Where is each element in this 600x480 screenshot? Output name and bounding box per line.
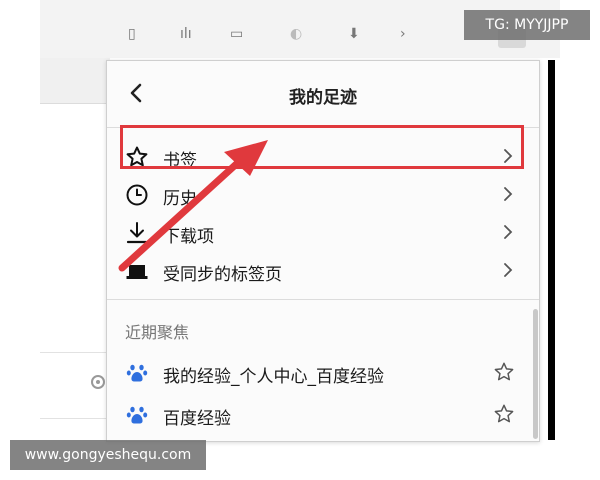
laptop-icon — [126, 265, 148, 279]
chevron-right-icon — [504, 187, 513, 201]
download-icon — [126, 222, 148, 244]
recent-item[interactable]: 我的经验_个人中心_百度经验 — [107, 353, 539, 391]
recent-item-label: 我的经验_个人中心_百度经验 — [163, 367, 384, 387]
page-background — [40, 58, 110, 104]
watermark-tg: TG: MYYJJPP — [464, 10, 590, 40]
library-panel: 我的足迹 书签 历史 下载项 受同步的标签页 近期聚焦 我的经验_个人中心_百度… — [106, 60, 540, 442]
chevron-right-icon — [504, 263, 513, 277]
recent-item[interactable]: 百度经验 — [107, 395, 539, 433]
gear-icon[interactable] — [88, 372, 108, 392]
panel-title: 我的足迹 — [289, 88, 357, 108]
menu-item-label: 下载项 — [163, 227, 214, 247]
menu-item-synced-tabs[interactable]: 受同步的标签页 — [107, 251, 539, 289]
menu-item-label: 受同步的标签页 — [163, 265, 282, 285]
toolbar-icon[interactable]: ▯ — [128, 26, 136, 42]
watermark-site: www.gongyeshequ.com — [10, 440, 206, 470]
menu-item-history[interactable]: 历史 — [107, 175, 539, 213]
recent-item-label: 百度经验 — [163, 409, 231, 429]
toolbar-icon[interactable]: ▭ — [230, 26, 243, 42]
baidu-paw-icon — [126, 364, 148, 382]
baidu-paw-icon — [126, 406, 148, 424]
divider — [107, 299, 539, 300]
chevron-right-icon — [504, 225, 513, 239]
toolbar-icon[interactable]: ılı — [180, 26, 192, 42]
toolbar-icons: ▯ ılı ▭ ◐ ⬇ › — [120, 26, 520, 46]
panel-header: 我的足迹 — [107, 61, 539, 127]
menu-item-downloads[interactable]: 下载项 — [107, 213, 539, 251]
divider — [40, 418, 110, 419]
highlight-box — [120, 125, 524, 169]
divider — [40, 352, 110, 353]
clock-icon — [126, 184, 148, 206]
toolbar-icon[interactable]: ⬇ — [348, 26, 360, 42]
toolbar-icon[interactable]: ◐ — [290, 26, 302, 42]
menu-item-label: 历史 — [163, 189, 197, 209]
star-outline-icon[interactable] — [493, 361, 515, 383]
scrollbar[interactable] — [533, 309, 538, 439]
window-edge — [548, 60, 555, 440]
star-outline-icon[interactable] — [493, 403, 515, 425]
section-title-recent: 近期聚焦 — [125, 323, 190, 342]
toolbar-icon[interactable]: › — [400, 26, 406, 42]
